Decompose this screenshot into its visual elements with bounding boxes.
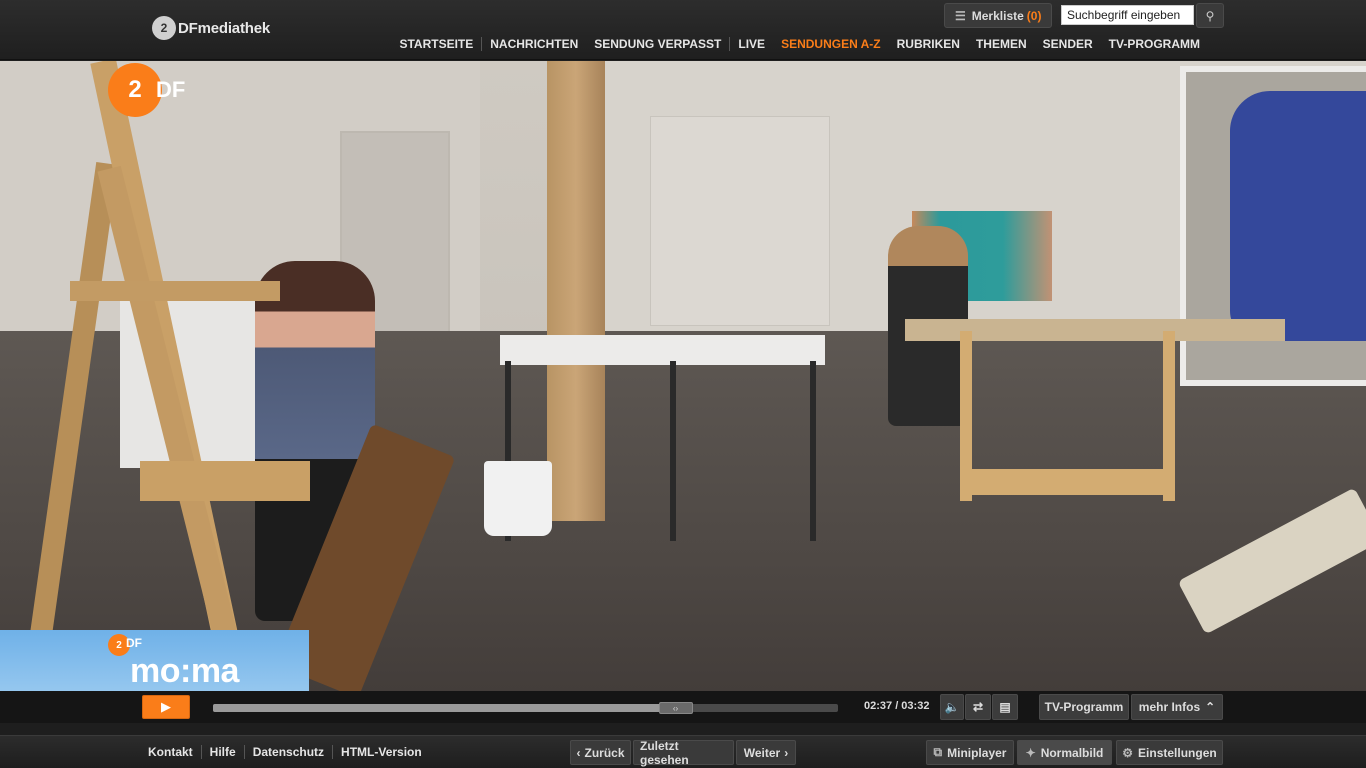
chevron-up-icon: ⌃ (1205, 700, 1216, 714)
white-table (500, 335, 825, 365)
miniplayer-label: Miniplayer (947, 745, 1007, 760)
nav-sendung-verpasst[interactable]: SENDUNG VERPASST (586, 37, 729, 51)
gear-icon: ⚙ (1122, 745, 1134, 760)
search-input[interactable] (1061, 5, 1194, 25)
progress-track[interactable]: ‹› (213, 702, 838, 714)
normalbild-button[interactable]: ✦ Normalbild (1017, 740, 1112, 765)
einstellungen-label: Einstellungen (1138, 745, 1217, 760)
volume-button[interactable]: 🔈 (940, 694, 964, 720)
play-button[interactable]: ▶ (142, 695, 190, 719)
zurueck-button[interactable]: ‹ Zurück (570, 740, 631, 765)
chevron-right-icon: › (784, 745, 789, 760)
footer-bar: Kontakt Hilfe Datenschutz HTML-Version ‹… (0, 735, 1366, 768)
nav-tv-programm[interactable]: TV-PROGRAMM (1101, 37, 1208, 51)
table-leg (810, 361, 816, 541)
table-leg (670, 361, 676, 541)
nav-sender[interactable]: SENDER (1035, 37, 1101, 51)
nav-sendungen-a-z[interactable]: SENDUNGEN A-Z (773, 37, 889, 51)
painting-figure (1230, 91, 1366, 341)
merkliste-label: Merkliste (971, 8, 1024, 23)
moma-show-logo: 2 DF mo:ma morgenmagazin (0, 630, 309, 691)
footer-link-hilfe[interactable]: Hilfe (200, 745, 244, 759)
subtitles-button[interactable]: ▤ (992, 694, 1018, 720)
zdf-suffix: DF (156, 77, 186, 102)
play-icon: ▶ (161, 699, 171, 714)
easel-crossbar (70, 281, 280, 301)
zdf-channel-logo: 2 DF (108, 63, 200, 117)
zuletzt-gesehen-button[interactable]: Zuletzt gesehen (633, 739, 734, 767)
merkliste-count: (0) (1026, 8, 1042, 23)
footer-link-datenschutz[interactable]: Datenschutz (243, 745, 332, 759)
search-button[interactable]: ⚲ (1196, 3, 1224, 28)
chat-icon: ▤ (999, 700, 1011, 714)
player-controls: ▶ ‹› 02:37 / 03:32 🔈 ⇄ ▤ TV-Programm meh… (0, 691, 1366, 723)
easel-shelf (140, 461, 310, 501)
mehr-infos-button[interactable]: mehr Infos ⌃ (1131, 694, 1223, 720)
wall-panel (650, 116, 830, 326)
footer-links: Kontakt Hilfe Datenschutz HTML-Version (140, 745, 430, 759)
zdf-mediathek-logo[interactable]: 2 DFmediathek (152, 16, 270, 40)
nav-live[interactable]: LIVE (729, 37, 773, 51)
quality-button[interactable]: ⇄ (965, 694, 991, 720)
zdf-mark: 2 (108, 63, 162, 117)
mehr-infos-label: mehr Infos (1138, 700, 1201, 714)
logo-mark: 2 (152, 16, 176, 40)
weiter-label: Weiter (743, 745, 781, 760)
merkliste-button[interactable]: ☰ Merkliste (0) (944, 3, 1053, 28)
settings-sliders-icon: ⇄ (972, 700, 984, 714)
main-nav: STARTSEITE NACHRICHTEN SENDUNG VERPASST … (391, 37, 1208, 51)
chevron-left-icon: ‹ (576, 745, 581, 760)
miniplayer-button[interactable]: ⧉ Miniplayer (926, 740, 1014, 765)
search-icon: ⚲ (1205, 8, 1215, 23)
paint-bucket (484, 461, 552, 536)
weiter-button[interactable]: Weiter › (736, 740, 796, 765)
moma-zdf-suffix: DF (126, 636, 142, 650)
einstellungen-button[interactable]: ⚙ Einstellungen (1116, 740, 1223, 765)
progress-handle[interactable]: ‹› (658, 702, 693, 714)
moma-logo-text: mo:ma (130, 652, 239, 690)
video-frame[interactable]: 2 DF 2 DF mo:ma morgenmagazin (0, 61, 1366, 691)
normalbild-icon: ✦ (1025, 745, 1036, 760)
normalbild-label: Normalbild (1040, 745, 1104, 760)
miniplayer-icon: ⧉ (933, 745, 943, 759)
wooden-pillar (547, 61, 605, 521)
progress-fill (213, 704, 676, 712)
nav-nachrichten[interactable]: NACHRICHTEN (481, 37, 586, 51)
nav-rubriken[interactable]: RUBRIKEN (889, 37, 968, 51)
footer-link-html-version[interactable]: HTML-Version (332, 745, 430, 759)
tv-programm-button[interactable]: TV-Programm (1039, 694, 1129, 720)
work-table-shelf (960, 469, 1175, 495)
list-icon: ☰ (955, 8, 966, 23)
logo-text: DFmediathek (178, 19, 270, 37)
top-bar: 2 DFmediathek ☰ Merkliste (0) ⚲ STARTSEI… (0, 0, 1366, 60)
nav-themen[interactable]: THEMEN (968, 37, 1035, 51)
time-display: 02:37 / 03:32 (864, 700, 930, 712)
volume-icon: 🔈 (944, 700, 960, 714)
footer-link-kontakt[interactable]: Kontakt (140, 745, 201, 759)
zurueck-label: Zurück (584, 745, 625, 760)
nav-startseite[interactable]: STARTSEITE (391, 37, 481, 51)
